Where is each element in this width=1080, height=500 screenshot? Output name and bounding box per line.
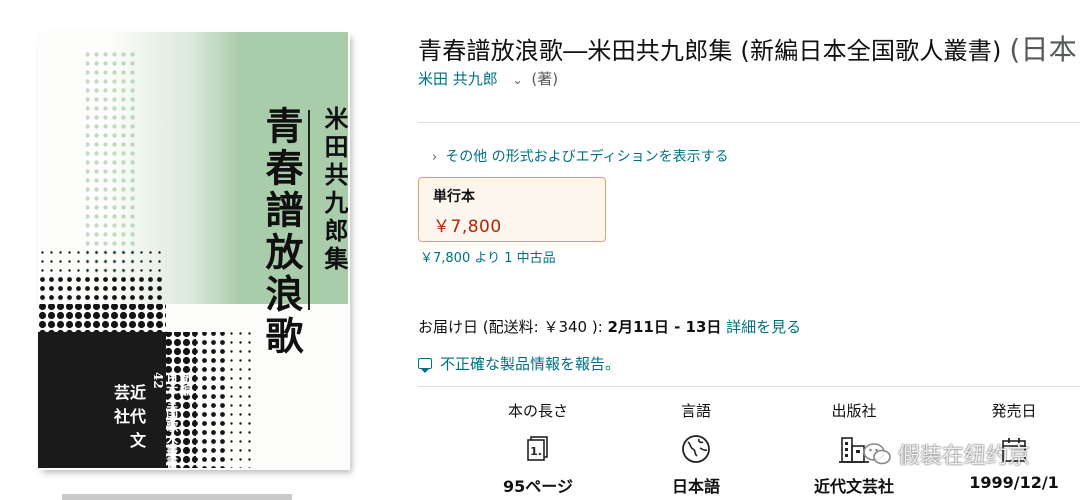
watermark: 假装在纽约京 — [862, 438, 1030, 473]
attribute-name: 発売日 — [991, 402, 1037, 420]
format-option-selected[interactable]: 単行本 ￥7,800 — [418, 177, 606, 242]
product-title: 青春譜放浪歌―米田共九郎集 (新編日本全国歌人叢書) (日本 — [418, 28, 1077, 68]
report-label: 不正確な製品情報を報告。 — [440, 355, 621, 373]
cover-title: 青春譜放浪歌 — [259, 106, 304, 358]
attribute-value: 1999/12/1 — [969, 473, 1059, 492]
attribute-value: 日本語 — [671, 477, 720, 496]
attribute-name: 本の長さ — [507, 402, 568, 420]
attribute-page-count: 本の長さ 1. 95ページ — [458, 400, 618, 497]
other-formats-label: その他 の形式およびエディションを表示する — [445, 149, 729, 165]
format-price: ￥7,800 — [433, 217, 502, 237]
product-format-text: (日本 — [1009, 33, 1077, 66]
byline: 米田 共九郎 ⌄ (著) — [418, 68, 558, 89]
wechat-icon — [862, 441, 892, 473]
book-cover-image[interactable]: 青春譜放浪歌 米田共九郎集 新編 日本全国歌人叢書42 近代文芸社 — [38, 32, 348, 468]
book-cover-area: 青春譜放浪歌 米田共九郎集 新編 日本全国歌人叢書42 近代文芸社 — [0, 0, 380, 500]
thumbnail-strip — [62, 494, 292, 500]
author-role: (著) — [531, 70, 559, 88]
delivery-info: お届け日 (配送料: ￥340 ): 2月11日 - 13日 詳細を見る — [418, 316, 801, 337]
cover-series-name: 日本全国歌人叢書42 — [150, 372, 179, 468]
delivery-dates: 2月11日 - 13日 — [607, 318, 722, 336]
cover-series-label: 新編 — [178, 372, 193, 396]
svg-text:1.: 1. — [530, 445, 542, 458]
divider — [418, 122, 1080, 123]
cover-author: 米田共九郎集 — [320, 106, 348, 274]
product-title-text: 青春譜放浪歌―米田共九郎集 (新編日本全国歌人叢書) — [418, 37, 1002, 65]
speech-bubble-icon — [418, 358, 432, 373]
divider — [418, 386, 1080, 387]
author-link[interactable]: 米田 共九郎 — [418, 70, 498, 88]
chevron-down-icon[interactable]: ⌄ — [513, 73, 523, 87]
attribute-value: 95ページ — [503, 477, 573, 496]
attribute-name: 言語 — [680, 402, 711, 420]
attribute-value: 近代文芸社 — [813, 477, 894, 496]
chevron-right-icon: › — [432, 150, 438, 165]
cover-divider-line — [308, 110, 310, 310]
used-offer-link[interactable]: ￥7,800 より 1 中古品 — [420, 247, 556, 266]
format-label: 単行本 — [433, 189, 475, 205]
cover-series: 新編 日本全国歌人叢書42 — [150, 372, 193, 468]
attribute-language: 言語 日本語 — [616, 400, 776, 497]
delivery-details-link[interactable]: 詳細を見る — [726, 318, 801, 336]
page-count-icon: 1. — [458, 429, 618, 469]
report-link[interactable]: 不正確な製品情報を報告。 — [418, 353, 620, 374]
attribute-name: 出版社 — [831, 402, 877, 420]
globe-icon — [616, 429, 776, 469]
watermark-text: 假装在纽约京 — [898, 444, 1031, 469]
cover-publisher: 近代文芸社 — [111, 384, 146, 456]
delivery-prefix: お届け日 (配送料: ￥340 ): — [418, 318, 603, 336]
other-formats-link[interactable]: › その他 の形式およびエディションを表示する — [432, 146, 729, 166]
